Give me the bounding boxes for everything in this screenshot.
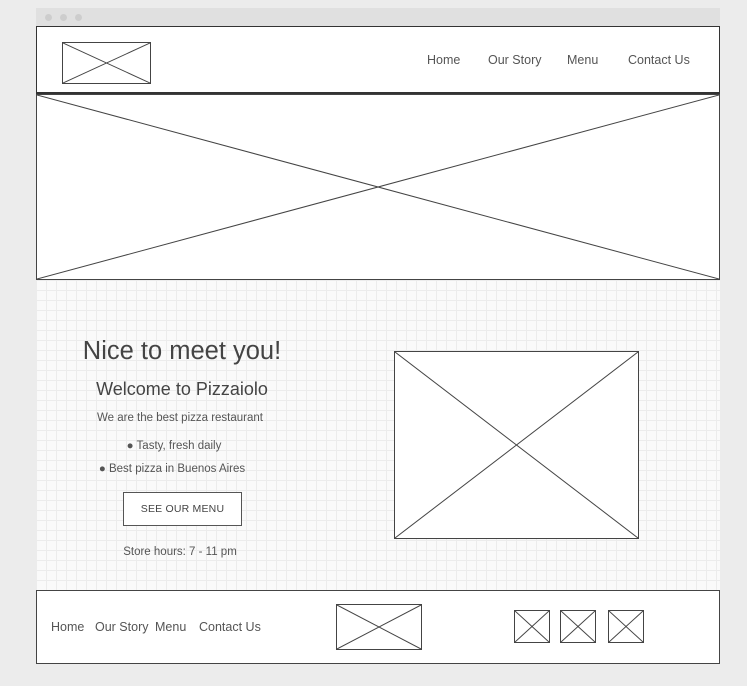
image-placeholder-icon xyxy=(561,611,595,642)
window-dot-icon xyxy=(75,14,82,21)
site-header: Home Our Story Menu Contact Us xyxy=(36,26,720,94)
logo-placeholder[interactable] xyxy=(62,42,151,84)
window-titlebar xyxy=(36,8,720,26)
social-icon[interactable] xyxy=(560,610,596,643)
footer-link-our-story[interactable]: Our Story xyxy=(95,620,149,634)
welcome-section: Nice to meet you! Welcome to Pizzaiolo W… xyxy=(36,280,720,590)
hero-image-placeholder xyxy=(36,94,720,280)
feature-image-placeholder xyxy=(394,351,639,539)
nav-link-our-story[interactable]: Our Story xyxy=(488,53,542,67)
site-footer: Home Our Story Menu Contact Us xyxy=(36,590,720,664)
window-dot-icon xyxy=(45,14,52,21)
footer-logo-placeholder[interactable] xyxy=(336,604,422,650)
nav-link-menu[interactable]: Menu xyxy=(567,53,598,67)
nav-link-contact-us[interactable]: Contact Us xyxy=(628,53,690,67)
browser-window: Home Our Story Menu Contact Us Nice to m… xyxy=(36,8,720,664)
image-placeholder-icon xyxy=(337,605,421,649)
image-placeholder-icon xyxy=(609,611,643,642)
window-dot-icon xyxy=(60,14,67,21)
image-placeholder-icon xyxy=(37,95,719,279)
see-our-menu-button[interactable]: SEE OUR MENU xyxy=(123,492,242,526)
social-icon[interactable] xyxy=(608,610,644,643)
list-item: ● Best pizza in Buenos Aires xyxy=(98,463,246,475)
image-placeholder-icon xyxy=(63,43,150,83)
tagline-text: We are the best pizza restaurant xyxy=(97,412,263,424)
welcome-subheading: Welcome to Pizzaiolo xyxy=(96,379,268,399)
store-hours-text: Store hours: 7 - 11 pm xyxy=(123,546,237,558)
footer-link-menu[interactable]: Menu xyxy=(155,620,186,634)
social-icon[interactable] xyxy=(514,610,550,643)
image-placeholder-icon xyxy=(395,352,638,538)
footer-link-contact-us[interactable]: Contact Us xyxy=(199,620,261,634)
image-placeholder-icon xyxy=(515,611,549,642)
page-title: Nice to meet you! xyxy=(82,337,282,365)
list-item: ● Tasty, fresh daily xyxy=(126,440,222,452)
footer-link-home[interactable]: Home xyxy=(51,620,84,634)
nav-link-home[interactable]: Home xyxy=(427,53,460,67)
